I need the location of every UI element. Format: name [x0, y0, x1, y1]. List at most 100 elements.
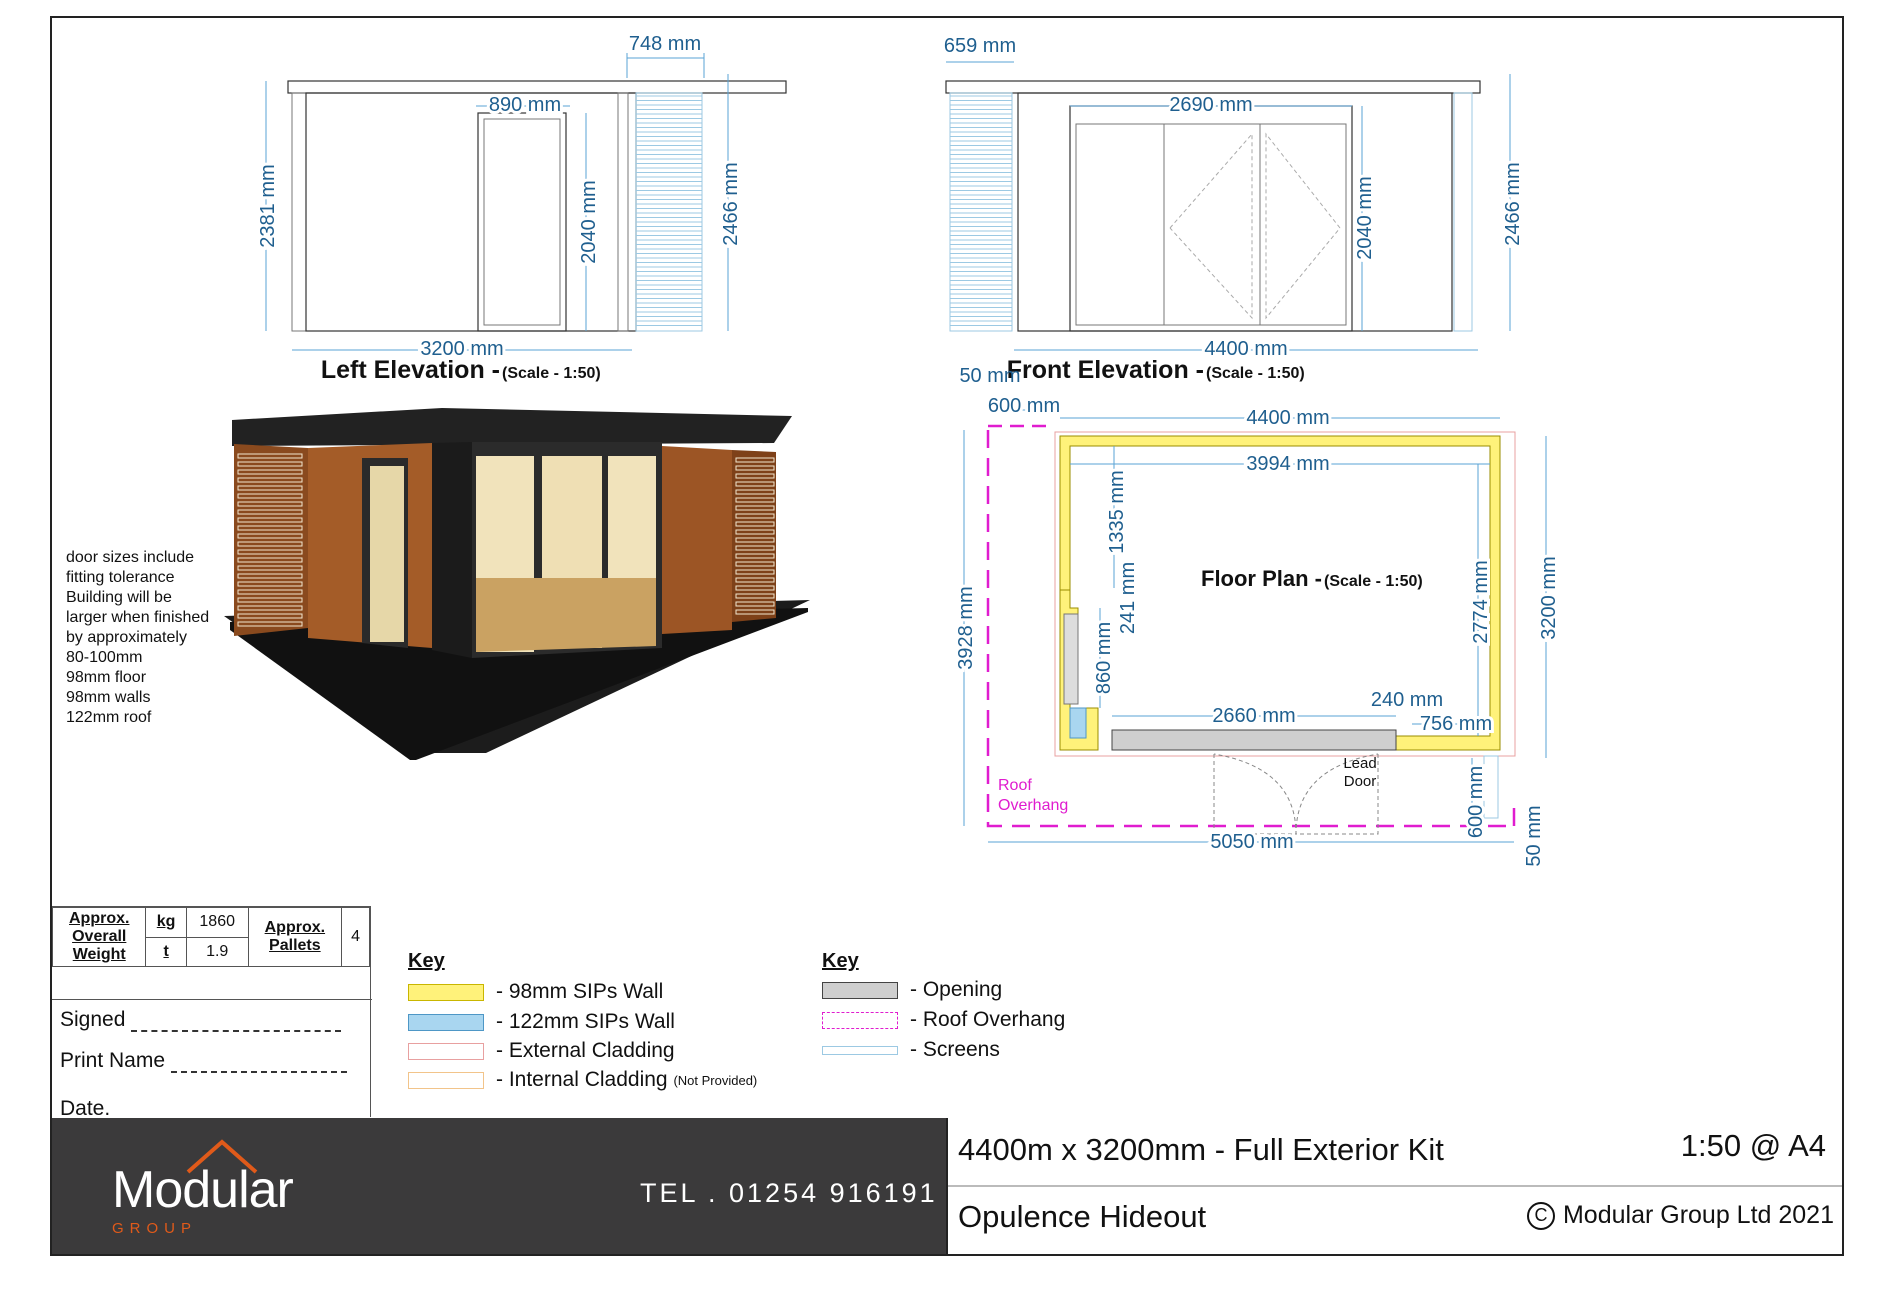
dim-2466-front: 2466 mm: [1502, 162, 1524, 245]
key-item-98mm: - 98mm SIPs Wall: [408, 980, 663, 1004]
weight-label-1: Approx.: [69, 910, 130, 927]
note-line: larger when finished: [66, 609, 210, 626]
footer-info-panel: 4400m x 3200mm - Full Exterior Kit 1:50 …: [946, 1118, 1842, 1254]
signed-line[interactable]: [131, 1010, 342, 1032]
screen-slat: [949, 275, 1013, 281]
note-line: by approximately: [66, 629, 187, 646]
screen-slat: [949, 158, 1013, 164]
front-elevation-scale: (Scale - 1:50): [1206, 365, 1305, 382]
screen-slat: [949, 104, 1013, 110]
key-label-98mm: - 98mm SIPs Wall: [496, 980, 664, 1003]
screen-slat: [635, 95, 703, 101]
weight-label-3: Weight: [72, 946, 126, 963]
floor-plan: 50 mm 600 mm 4400 mm 3994 mm 1335 mm 241…: [952, 365, 1563, 867]
screen-slat: [635, 194, 703, 200]
screen-slat: [949, 95, 1013, 101]
dim-890: 890 mm: [489, 94, 561, 116]
swatch-screens: [822, 1045, 898, 1055]
note-line: door sizes include: [66, 549, 195, 566]
screen-slat: [949, 266, 1013, 272]
screen-slat: [635, 104, 703, 110]
note-line: Building will be: [66, 589, 172, 606]
note-line: fitting tolerance: [66, 569, 175, 586]
screen-slat: [635, 311, 703, 317]
key-item-122mm: - 122mm SIPs Wall: [408, 1010, 675, 1034]
logo-wordmark: Modular: [112, 1161, 294, 1219]
screen-slat: [949, 131, 1013, 137]
screen-slat: [949, 176, 1013, 182]
screen-slat: [635, 266, 703, 272]
dim-1335: 1335 mm: [1106, 470, 1128, 553]
dim-756: 756 mm: [1420, 713, 1492, 735]
screen-slat: [635, 248, 703, 254]
key-item-screens: - Screens: [822, 1038, 1000, 1062]
key-item-roof-overhang: - Roof Overhang: [822, 1008, 1065, 1032]
dim-50-bottom: 50 mm: [1523, 805, 1545, 866]
screen-slat: [635, 185, 703, 191]
swatch-internal: [408, 1071, 484, 1089]
signed-row[interactable]: Signed: [52, 999, 372, 1032]
screen-slat: [635, 302, 703, 308]
kg-value: 1860: [185, 907, 249, 938]
key-label-screens: - Screens: [910, 1038, 1000, 1061]
screen-slat: [949, 194, 1013, 200]
key-label-roof-overhang: - Roof Overhang: [910, 1008, 1066, 1031]
dim-4400-plan: 4400 mm: [1246, 407, 1329, 429]
screen-slat: [635, 122, 703, 128]
left-elevation: 748 mm 890 mm 2381 mm 2040 mm 2466 mm 32…: [254, 33, 787, 384]
screen-slat: [949, 212, 1013, 218]
screen-slat: [949, 230, 1013, 236]
telephone: TEL . 01254 916191: [640, 1178, 938, 1208]
screen-slat: [949, 140, 1013, 146]
screen-slat: [635, 158, 703, 164]
weight-label-2: Overall: [72, 928, 127, 945]
signature-panel: Approx. Overall Weight kg 1860 Approx. P…: [52, 906, 372, 1121]
dim-659: 659 mm: [944, 35, 1016, 57]
print-name-line[interactable]: [171, 1051, 348, 1073]
left-elevation-title: Left Elevation -: [321, 356, 500, 384]
signed-label: Signed: [60, 1008, 126, 1031]
dim-5050: 5050 mm: [1210, 831, 1293, 853]
key-item-internal: - Internal Cladding (Not Provided): [408, 1068, 757, 1092]
screen-slat: [635, 140, 703, 146]
dim-748: 748 mm: [629, 33, 701, 55]
print-name-row[interactable]: Print Name: [52, 1049, 372, 1073]
screen-slat: [949, 149, 1013, 155]
building-render: [224, 408, 810, 760]
screen-slat: [635, 284, 703, 290]
dim-2040-front: 2040 mm: [1354, 176, 1376, 259]
screen-slat: [635, 149, 703, 155]
screen-slat: [949, 122, 1013, 128]
dim-2381: 2381 mm: [257, 164, 279, 247]
screen-slat: [949, 221, 1013, 227]
screen-slat: [635, 176, 703, 182]
roof-overhang-label-2: Overhang: [998, 797, 1068, 814]
screen-slat: [949, 203, 1013, 209]
front-elevation: 659 mm 2690 mm 2040 mm 2466 mm 4400 mm F…: [944, 35, 1527, 384]
copyright-icon: C: [1526, 1201, 1555, 1230]
drawing-scale: 1:50 @ A4: [1680, 1128, 1826, 1163]
dim-3994: 3994 mm: [1246, 453, 1329, 475]
date-label: Date.: [60, 1097, 111, 1120]
lead-door-label-2: Door: [1344, 773, 1377, 790]
dim-4400-front: 4400 mm: [1204, 338, 1287, 360]
dim-860: 860 mm: [1093, 622, 1115, 694]
swatch-opening: [822, 981, 898, 999]
key-label-opening: - Opening: [910, 978, 1003, 1001]
screen-slat: [949, 257, 1013, 263]
roof-overhang-label-1: Roof: [998, 777, 1032, 794]
lead-door-label-1: Lead: [1343, 755, 1376, 772]
dim-2040-left: 2040 mm: [578, 180, 600, 263]
floor-plan-scale: (Scale - 1:50): [1324, 573, 1423, 590]
swatch-98mm: [408, 983, 484, 1001]
screen-slat: [949, 113, 1013, 119]
screen-slat: [635, 113, 703, 119]
key-item-external: - External Cladding: [408, 1039, 675, 1063]
footer-row-model: Opulence Hideout C Modular Group Ltd 202…: [948, 1187, 1842, 1254]
note-line: 98mm floor: [66, 669, 147, 686]
key-item-opening: - Opening: [822, 978, 1002, 1002]
screen-slat: [635, 221, 703, 227]
note-line: 80-100mm: [66, 649, 143, 666]
screen-slat: [949, 284, 1013, 290]
note-line: 122mm roof: [66, 709, 152, 726]
